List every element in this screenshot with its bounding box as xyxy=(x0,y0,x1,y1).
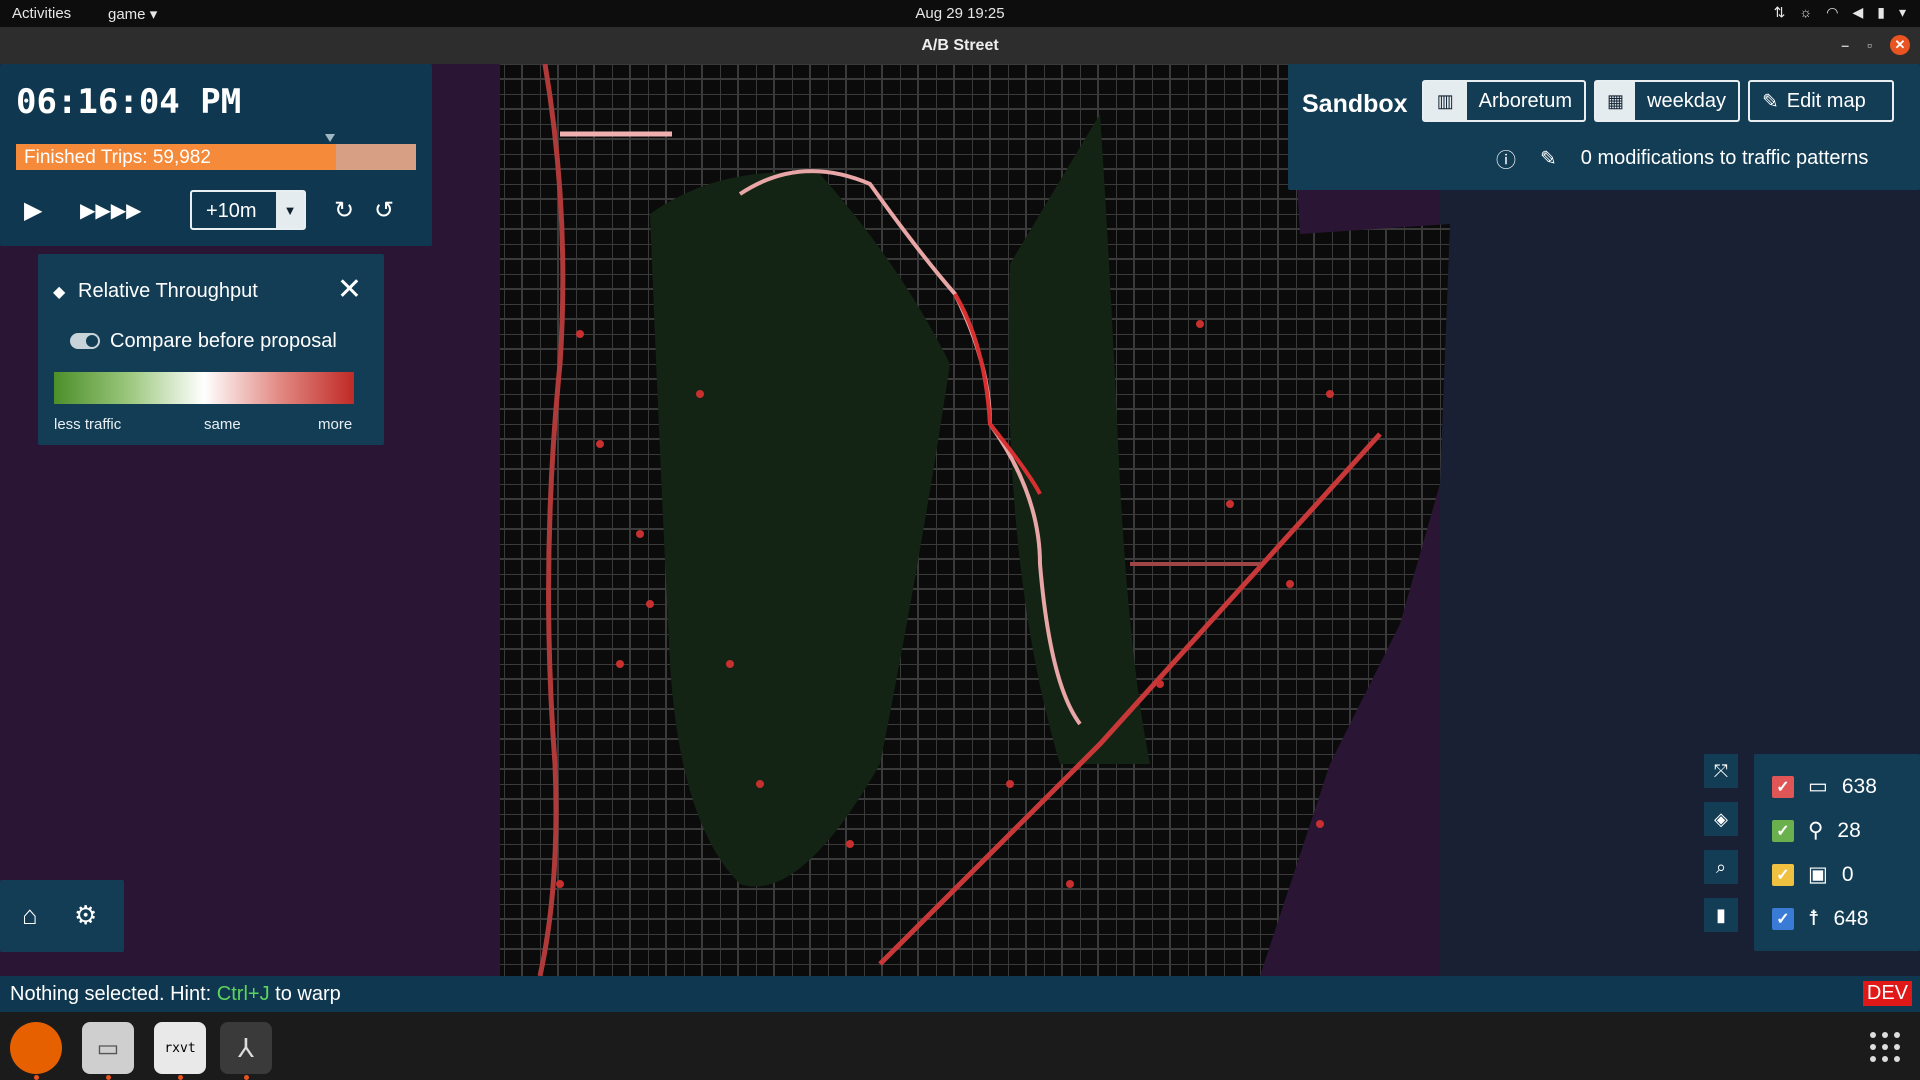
bike-checkbox[interactable]: ✓ xyxy=(1772,819,1794,842)
car-checkbox[interactable]: ✓ xyxy=(1772,775,1794,798)
gradient-label-more: more xyxy=(318,416,353,433)
agent-row-bike[interactable]: ✓ ⚲ 28 xyxy=(1772,818,1861,843)
dropbox-icon[interactable]: ⇅ xyxy=(1774,4,1786,21)
chevron-down-icon[interactable]: ▼ xyxy=(276,192,304,228)
system-top-bar: Activities game ▾ Aug 29 19:25 ⇅ ☼ ◠ ◀ ▮… xyxy=(0,0,1920,27)
system-clock[interactable]: Aug 29 19:25 xyxy=(0,5,1920,22)
pedestrian-icon: ☨ xyxy=(1808,907,1820,930)
compare-label: Compare before proposal xyxy=(110,330,337,352)
gradient-label-less: less traffic xyxy=(54,416,122,433)
brightness-icon[interactable]: ☼ xyxy=(1799,4,1812,21)
home-icon[interactable]: ⌂ xyxy=(22,900,38,931)
agent-filter-panel: ✓ ▭ 638 ✓ ⚲ 28 ✓ ▣ 0 ✓ ☨ 648 xyxy=(1754,754,1920,951)
finished-trips-bar: Finished Trips: 59,982 xyxy=(16,144,416,170)
bus-count: 0 xyxy=(1841,862,1854,886)
show-apps-icon[interactable] xyxy=(1870,1032,1900,1062)
agent-row-car[interactable]: ✓ ▭ 638 xyxy=(1772,774,1877,799)
hint-hotkey: Ctrl+J xyxy=(216,983,270,1005)
files-icon[interactable]: ▭ xyxy=(82,1022,134,1080)
jump-time-icon[interactable]: ↻ xyxy=(334,196,354,225)
hint-suffix: to warp xyxy=(269,983,341,1005)
hint-prefix: Nothing selected. Hint: xyxy=(10,983,217,1005)
gear-icon[interactable]: ⚙ xyxy=(74,900,97,931)
time-panel: 06:16:04 PM Finished Trips: 59,982 ▶ ▶▶▶… xyxy=(0,64,432,246)
wifi-icon[interactable]: ◠ xyxy=(1826,4,1838,21)
battery-icon[interactable]: ▮ xyxy=(1877,4,1885,21)
map-icon: ▥ xyxy=(1424,82,1467,120)
minimize-button[interactable]: – xyxy=(1841,37,1849,53)
firefox-icon[interactable] xyxy=(10,1022,62,1080)
agent-row-pedestrian[interactable]: ✓ ☨ 648 xyxy=(1772,906,1869,931)
bike-count: 28 xyxy=(1837,818,1861,842)
time-step-value: +10m xyxy=(206,200,257,222)
compare-toggle[interactable] xyxy=(70,333,100,349)
pedestrian-checkbox[interactable]: ✓ xyxy=(1772,907,1794,930)
sandbox-panel: Sandbox ▥ Arboretum ▦ weekday ✎ Edit map… xyxy=(1288,64,1920,190)
close-icon[interactable]: ✕ xyxy=(337,272,362,307)
chart-icon[interactable]: ▮ xyxy=(1704,898,1738,932)
terminal-label: rxvt xyxy=(164,1040,196,1056)
finished-trips-label: Finished Trips: 59,982 xyxy=(24,147,211,168)
selection-hint: Nothing selected. Hint: Ctrl+J to warp xyxy=(10,983,341,1006)
agent-row-bus[interactable]: ✓ ▣ 0 xyxy=(1772,862,1854,887)
window-title: A/B Street xyxy=(921,37,999,54)
pencil-icon: ✎ xyxy=(1762,90,1779,113)
progress-marker-icon xyxy=(325,134,335,142)
pedestrian-count: 648 xyxy=(1833,906,1869,930)
car-count: 638 xyxy=(1841,774,1877,798)
modifications-label: 0 modifications to traffic patterns xyxy=(1580,147,1869,169)
sim-clock: 06:16:04 PM xyxy=(16,82,242,122)
reset-icon[interactable]: ↺ xyxy=(374,196,394,225)
status-bar: Nothing selected. Hint: Ctrl+J to warp D… xyxy=(0,976,1920,1012)
info-icon[interactable]: ⓘ xyxy=(1496,144,1516,173)
volume-icon[interactable]: ◀ xyxy=(1852,4,1863,21)
time-step-dropdown[interactable]: +10m ▼ xyxy=(190,190,306,230)
scenario-button-label: weekday xyxy=(1647,89,1726,112)
bike-icon: ⚲ xyxy=(1808,819,1824,842)
modifications-row: ⓘ ✎ 0 modifications to traffic patterns xyxy=(1496,144,1868,173)
close-button[interactable]: ✕ xyxy=(1890,35,1910,55)
layers-icon: ◆ xyxy=(53,284,66,301)
edit-map-button[interactable]: ✎ Edit map xyxy=(1748,80,1894,122)
layers-icon[interactable]: ◈ xyxy=(1704,802,1738,836)
pencil-icon[interactable]: ✎ xyxy=(1540,146,1557,171)
search-icon[interactable]: ⌕ xyxy=(1704,850,1738,884)
gradient-label-same: same xyxy=(204,416,241,433)
dock: ▭ rxvt ⅄ xyxy=(0,1012,1920,1080)
layer-title: Relative Throughput xyxy=(78,280,258,302)
home-panel: ⌂ ⚙ xyxy=(0,880,124,952)
bus-icon: ▣ xyxy=(1808,863,1828,886)
calendar-icon: ▦ xyxy=(1596,82,1636,120)
fast-forward-icon[interactable]: ▶▶▶▶ xyxy=(80,198,142,223)
map-button-label: Arboretum xyxy=(1478,89,1572,112)
car-icon: ▭ xyxy=(1808,775,1828,798)
abstreet-icon[interactable]: ⅄ xyxy=(220,1022,272,1080)
system-tray[interactable]: ⇅ ☼ ◠ ◀ ▮ ▾ xyxy=(1774,4,1906,21)
window-controls: – ▫ ✕ xyxy=(1841,35,1910,55)
edit-map-label: Edit map xyxy=(1786,89,1866,112)
change-map-button[interactable]: ▥ Arboretum xyxy=(1422,80,1586,122)
play-icon[interactable]: ▶ xyxy=(24,196,42,225)
bus-checkbox[interactable]: ✓ xyxy=(1772,863,1794,886)
dev-badge: DEV xyxy=(1862,981,1912,1006)
throughput-gradient xyxy=(54,372,354,404)
window-title-bar: A/B Street – ▫ ✕ xyxy=(0,27,1920,64)
change-scenario-button[interactable]: ▦ weekday xyxy=(1594,80,1740,122)
terminal-icon[interactable]: rxvt xyxy=(154,1022,206,1080)
mode-title: Sandbox xyxy=(1302,90,1408,118)
maximize-button[interactable]: ▫ xyxy=(1867,37,1872,53)
zoom-fit-icon[interactable]: ⤧ xyxy=(1704,754,1738,788)
menu-arrow-icon[interactable]: ▾ xyxy=(1899,4,1906,21)
relative-throughput-panel: ◆ Relative Throughput ✕ Compare before p… xyxy=(38,254,384,445)
